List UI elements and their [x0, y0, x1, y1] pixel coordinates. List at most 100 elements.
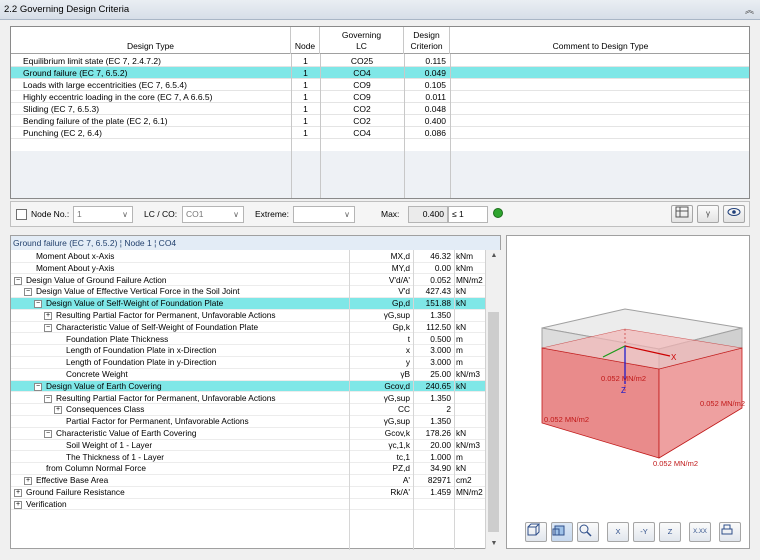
expand-icon[interactable]: +	[14, 489, 22, 497]
eye-icon	[727, 208, 741, 216]
expand-icon[interactable]: +	[54, 406, 62, 415]
factor-button[interactable]: γ	[697, 205, 719, 223]
view-z-button[interactable]: Z	[659, 522, 681, 542]
node-filter-checkbox[interactable]	[16, 209, 27, 220]
table-empty-area	[11, 151, 749, 198]
view-iso-button[interactable]	[551, 522, 573, 542]
detail-val: 178.26	[425, 428, 451, 438]
detail-name: Resulting Partial Factor for Permanent, …	[56, 392, 276, 403]
header-comment[interactable]: Comment to Design Type	[450, 27, 749, 54]
header-governing-lc-line2: LC	[356, 40, 367, 51]
table-row[interactable]: Equilibrium limit state (EC 7, 2.4.7.2) 1…	[11, 55, 749, 67]
detail-val: 427.43	[425, 286, 451, 297]
table-row[interactable]: Bending failure of the plate (EC 2, 6.1)…	[11, 115, 749, 127]
table-row[interactable]: Ground failure (EC 7, 6.5.2) 1 CO4 0.049	[11, 67, 749, 79]
node-select-value: 1	[77, 209, 82, 219]
header-design-criterion[interactable]: Design Criterion	[404, 27, 450, 54]
cell-criterion: 0.011	[425, 92, 446, 102]
detail-val: 3.000	[430, 357, 451, 368]
detail-name: Design Value of Self-Weight of Foundatio…	[46, 298, 224, 309]
detail-name: Concrete Weight	[66, 369, 128, 379]
cell-comment	[450, 115, 749, 127]
detail-sym: MY,d	[391, 262, 410, 273]
detail-unit: kN	[456, 463, 467, 474]
cell-criterion: 0.115	[425, 56, 446, 66]
view-x-button[interactable]: X	[607, 522, 629, 542]
collapse-icon[interactable]: −	[14, 276, 22, 285]
expand-icon[interactable]: +	[14, 500, 22, 509]
lc-select[interactable]: CO1 ∨	[182, 206, 244, 223]
print-button[interactable]	[719, 522, 741, 542]
magnifier-icon	[579, 524, 592, 537]
pressure-label: 0.052 MN/m2	[700, 399, 745, 408]
col-divider	[291, 54, 292, 198]
detail-unit: kN	[456, 380, 467, 391]
table-row[interactable]: Highly eccentric loading in the core (EC…	[11, 91, 749, 103]
detail-unit: m	[456, 345, 463, 356]
detail-sym: MX,d	[390, 251, 410, 261]
lc-label: LC / CO:	[144, 209, 178, 219]
detail-name: Length of Foundation Plate in x-Directio…	[66, 345, 217, 356]
table-row[interactable]: Sliding (EC 7, 6.5.3) 1 CO2 0.048	[11, 103, 749, 115]
detail-val: 151.88	[425, 298, 451, 309]
iso-cube-icon	[552, 525, 565, 536]
show-values-button[interactable]: X.XX	[689, 522, 711, 542]
table-row[interactable]: Loads with large eccentricities (EC 7, 6…	[11, 79, 749, 91]
col-divider	[349, 250, 350, 550]
detail-name: Design Value of Earth Covering	[46, 380, 162, 391]
collapse-icon[interactable]: −	[44, 394, 52, 403]
detail-title: Ground failure (EC 7, 6.5.2) ¦ Node 1 ¦ …	[11, 236, 500, 250]
collapse-icon[interactable]: −	[44, 430, 52, 438]
detail-scrollbar[interactable]: ▲ ▼	[485, 250, 501, 549]
detail-name: Design Value of Ground Failure Action	[26, 274, 167, 285]
cell-type: Equilibrium limit state (EC 7, 2.4.7.2)	[23, 56, 161, 66]
pressure-label: 0.052 MN/m2	[653, 459, 698, 468]
detail-val: 34.90	[430, 463, 451, 474]
detail-val: 240.65	[425, 380, 451, 391]
detail-name: Design Value of Effective Vertical Force…	[36, 286, 240, 297]
detail-name: Moment About x-Axis	[36, 251, 115, 261]
pressure-label: 0.052 MN/m2	[544, 415, 589, 424]
detail-name: Moment About y-Axis	[36, 262, 115, 273]
view-box-button[interactable]	[525, 522, 547, 542]
cell-lc: CO4	[353, 68, 371, 78]
view-button[interactable]	[723, 205, 745, 223]
view-minus-y-button[interactable]: -Y	[633, 522, 655, 542]
detail-name: Resulting Partial Factor for Permanent, …	[56, 310, 276, 320]
pick-button[interactable]	[577, 522, 599, 542]
collapse-chevron-icon[interactable]: ︽	[745, 0, 754, 20]
cell-lc: CO25	[350, 56, 374, 66]
detail-unit: kN	[456, 321, 467, 332]
foundation-3d-view[interactable]: X Z 0.052 MN/m2 0.052 MN/m2 0.052 MN/m2 …	[507, 236, 751, 520]
expand-icon[interactable]: +	[44, 312, 52, 320]
node-select[interactable]: 1 ∨	[73, 206, 133, 223]
collapse-icon[interactable]: −	[24, 288, 32, 297]
expand-icon[interactable]: +	[24, 477, 32, 486]
collapse-icon[interactable]: −	[34, 300, 42, 309]
scroll-down-icon[interactable]: ▼	[486, 540, 502, 547]
detail-unit: kN/m3	[456, 369, 480, 379]
header-governing-lc[interactable]: Governing LC	[320, 27, 404, 54]
header-design-criterion-line1: Design	[413, 29, 440, 40]
pressure-label: 0.052 MN/m2	[601, 374, 646, 383]
detail-sym: Rk/A'	[390, 487, 410, 497]
collapse-icon[interactable]: −	[44, 323, 52, 332]
cell-lc: CO2	[353, 116, 371, 126]
header-design-type[interactable]: Design Type	[11, 27, 291, 54]
detail-unit: MN/m2	[456, 274, 483, 285]
cell-criterion: 0.400	[424, 116, 446, 126]
detail-name: Verification	[26, 498, 67, 509]
scroll-up-icon[interactable]: ▲	[486, 252, 502, 259]
table-filter-button[interactable]	[671, 205, 693, 223]
cell-type: Highly eccentric loading in the core (EC…	[23, 92, 213, 102]
detail-unit: kN/m3	[456, 439, 480, 450]
table-row[interactable]: Punching (EC 2, 6.4) 1 CO4 0.086	[11, 127, 749, 139]
col-divider	[454, 250, 455, 550]
extreme-select[interactable]: ∨	[293, 206, 355, 223]
window-title: 2.2 Governing Design Criteria	[4, 4, 130, 15]
collapse-icon[interactable]: −	[34, 382, 42, 391]
detail-sym: t	[407, 333, 410, 344]
header-node[interactable]: Node	[291, 27, 320, 54]
scroll-thumb[interactable]	[488, 312, 499, 532]
detail-name: Soil Weight of 1 - Layer	[66, 439, 153, 450]
